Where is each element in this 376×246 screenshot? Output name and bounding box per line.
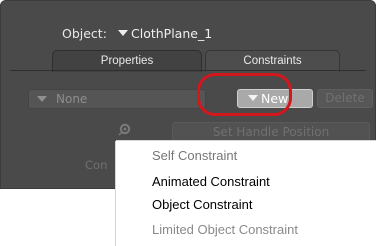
tab-properties[interactable]: Properties [52, 50, 202, 72]
triangle-down-icon [118, 30, 128, 36]
delete-button[interactable]: Delete [317, 89, 373, 108]
partial-label: Con [85, 158, 108, 172]
new-button[interactable]: New [237, 89, 313, 108]
menu-item-limited-object-constraint[interactable]: Limited Object Constraint [152, 222, 298, 237]
new-button-label: New [261, 91, 289, 106]
object-row: Object: ClothPlane_1 [0, 20, 376, 44]
set-handle-position-button[interactable]: Set Handle Position [172, 122, 370, 142]
triangle-down-icon [37, 96, 47, 102]
object-dropdown-value: ClothPlane_1 [131, 26, 213, 41]
menu-item-object-constraint[interactable]: Object Constraint [152, 197, 252, 212]
object-dropdown[interactable]: ClothPlane_1 [113, 24, 363, 42]
tab-constraints[interactable]: Constraints [205, 50, 340, 72]
new-constraint-menu: Self Constraint Animated Constraint Obje… [116, 141, 376, 246]
constraint-controls-row: None New Delete [28, 89, 373, 109]
menu-item-self-constraint[interactable]: Self Constraint [152, 148, 237, 163]
tab-bar: Properties Constraints [0, 50, 376, 72]
handle-row: Set Handle Position [0, 122, 376, 142]
gear-icon[interactable] [118, 122, 132, 136]
triangle-down-icon [248, 95, 258, 101]
tab-divider [10, 70, 366, 71]
object-label: Object: [62, 26, 107, 41]
constraint-dropdown[interactable]: None [28, 89, 206, 109]
menu-item-animated-constraint[interactable]: Animated Constraint [152, 174, 270, 189]
constraint-dropdown-value: None [56, 92, 88, 106]
